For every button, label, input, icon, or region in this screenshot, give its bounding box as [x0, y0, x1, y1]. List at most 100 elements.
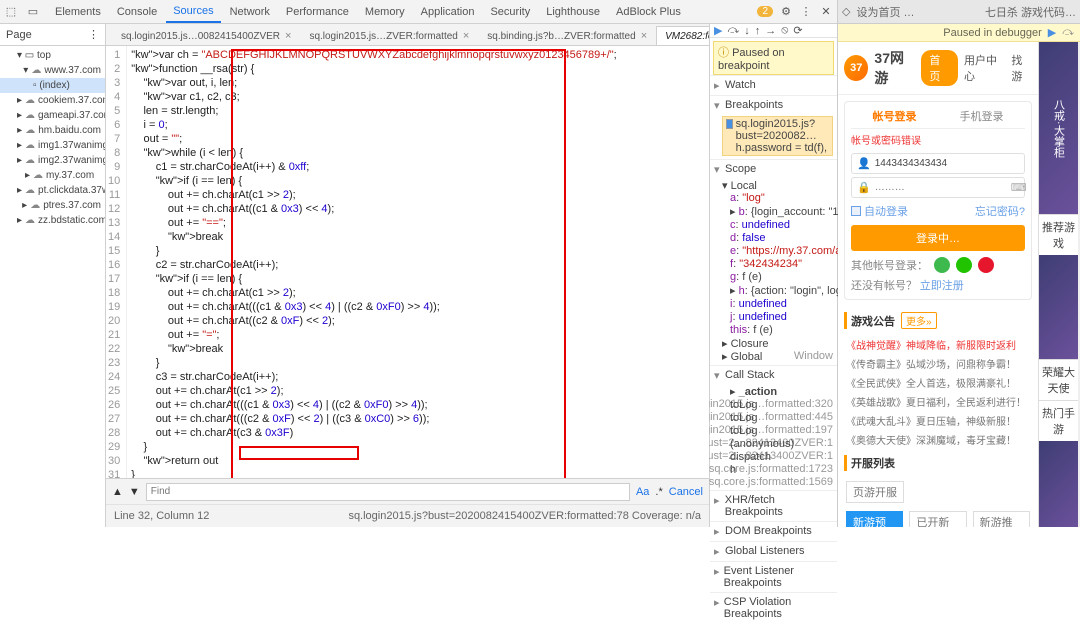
page-more-icon[interactable]: ⋮	[88, 28, 99, 41]
scope-variable[interactable]: e: "https://my.37.com/api/lo…	[722, 245, 833, 258]
password-input[interactable]	[875, 182, 1007, 193]
right-sec-1[interactable]: 推荐游戏	[1039, 214, 1078, 255]
tree-item[interactable]: ▾ ☁ www.37.com	[0, 63, 105, 78]
breakpoint-item[interactable]: sq.login2015.js?bust=2020082…h.password …	[722, 116, 833, 156]
debug-section[interactable]: ▸Global Listeners	[710, 541, 837, 561]
scope-closure[interactable]: ▸ Closure	[722, 337, 833, 350]
regex-icon[interactable]: .*	[655, 486, 662, 498]
scope-variable[interactable]: i: undefined	[722, 298, 833, 311]
bookmark-item[interactable]: ◇	[842, 5, 850, 18]
nav-find-game[interactable]: 找游	[1011, 52, 1032, 84]
debug-section[interactable]: ▸XHR/fetch Breakpoints	[710, 490, 837, 521]
right-sec-3[interactable]: 热门手游	[1039, 400, 1078, 441]
file-tab[interactable]: sq.binding.js?b…ZVER:formatted×	[478, 26, 656, 45]
scope-variable[interactable]: d: false	[722, 232, 833, 245]
tree-item[interactable]: ▸ ☁ cookiem.37.com	[0, 93, 105, 108]
devtools-tab-performance[interactable]: Performance	[279, 2, 356, 22]
scope-variable[interactable]: j: undefined	[722, 311, 833, 324]
game-thumb[interactable]	[1039, 255, 1078, 358]
tree-item[interactable]: ▸ ☁ img2.37wanimg.com	[0, 153, 105, 168]
server-filter-button[interactable]: 新游预告	[846, 511, 903, 527]
scope-variable[interactable]: ▸ h: {action: "login", login_a…	[722, 284, 833, 298]
tab-phone-login[interactable]: 手机登录	[960, 108, 1004, 124]
scope-global[interactable]: ▸ Global Window	[722, 350, 833, 363]
devtools-tab-elements[interactable]: Elements	[48, 2, 108, 22]
code-area[interactable]: 1234567891011121314151617181920212223242…	[106, 46, 709, 478]
weibo-icon[interactable]	[978, 257, 994, 273]
tree-item[interactable]: ▸ ☁ zz.bdstatic.com	[0, 213, 105, 228]
devtools-tab-adblock-plus[interactable]: AdBlock Plus	[609, 2, 688, 22]
tree-item[interactable]: ▸ ☁ ptres.37.com	[0, 198, 105, 213]
promo-banner[interactable]: 八戒·大掌柜	[1039, 42, 1078, 214]
scope-local[interactable]: ▾ Local	[722, 179, 833, 192]
tree-item[interactable]: ▸ ☁ img1.37wanimg.com	[0, 138, 105, 153]
find-cancel-button[interactable]: Cancel	[669, 486, 703, 498]
file-tab[interactable]: sq.login2015.js…ZVER:formatted×	[300, 26, 478, 45]
wechat-icon[interactable]	[956, 257, 972, 273]
find-prev-icon[interactable]: ▲	[112, 486, 123, 498]
scope-variable[interactable]: f: "342434234"	[722, 258, 833, 271]
devtools-tab-security[interactable]: Security	[483, 2, 537, 22]
announce-item[interactable]: 《武魂大乱斗》夏日压轴，神级新服！	[846, 411, 1030, 430]
find-input[interactable]	[146, 483, 630, 501]
file-tab[interactable]: VM2682:formatted×	[656, 26, 709, 45]
devtools-tab-application[interactable]: Application	[414, 2, 482, 22]
step-into-icon[interactable]: ↓	[744, 25, 750, 37]
register-link[interactable]: 立即注册	[920, 280, 964, 292]
announce-item[interactable]: 《全民武侠》全人首选，极限满豪礼！	[846, 373, 1030, 392]
nav-home[interactable]: 首页	[921, 50, 958, 86]
server-tab[interactable]: 页游开服	[846, 481, 904, 503]
gear-icon[interactable]: ⚙	[779, 5, 793, 19]
inspect-icon[interactable]: ⬚	[4, 5, 18, 19]
resume-icon[interactable]: ▶	[714, 24, 722, 37]
callstack-section[interactable]: ▾Call Stack	[710, 365, 837, 385]
breakpoints-section[interactable]: ▾Breakpoints	[710, 95, 837, 115]
auto-login-checkbox[interactable]: 自动登录	[851, 203, 908, 219]
match-case-icon[interactable]: Aa	[636, 486, 649, 498]
devtools-tab-console[interactable]: Console	[110, 2, 164, 22]
scope-variable[interactable]: g: f (e)	[722, 271, 833, 284]
forgot-password-link[interactable]: 忘记密码?	[975, 203, 1025, 219]
more-icon[interactable]: ⋮	[799, 5, 813, 19]
right-sec-2[interactable]: 荣耀大天使	[1039, 359, 1078, 400]
pause-exc-icon[interactable]: ⟳	[793, 24, 802, 37]
more-button[interactable]: 更多»	[901, 312, 937, 329]
tree-item[interactable]: ▸ ☁ gameapi.37.com	[0, 108, 105, 123]
debug-section[interactable]: ▸CSP Violation Breakpoints	[710, 592, 837, 623]
announce-item[interactable]: 《战神觉醒》神域降临，新服限时返利	[846, 335, 1030, 354]
devtools-tab-network[interactable]: Network	[223, 2, 277, 22]
devtools-tab-lighthouse[interactable]: Lighthouse	[539, 2, 607, 22]
devtools-tab-sources[interactable]: Sources	[166, 1, 220, 23]
tree-item[interactable]: ▫ (index)	[0, 78, 105, 93]
announce-item[interactable]: 《英雄战歌》夏日福利，全民返利进行！	[846, 392, 1030, 411]
scope-variable[interactable]: ▸ b: {login_account: "14434343…	[722, 205, 833, 219]
step-over-icon[interactable]: ⤼	[727, 24, 739, 37]
tab-account-login[interactable]: 帐号登录	[873, 108, 917, 124]
step-out-icon[interactable]: ↑	[755, 25, 761, 37]
keyboard-icon[interactable]: ⌨	[1011, 181, 1027, 194]
scope-variable[interactable]: a: "log"	[722, 192, 833, 205]
tree-item[interactable]: ▸ ☁ hm.baidu.com	[0, 123, 105, 138]
qq-icon[interactable]	[934, 257, 950, 273]
nav-user-center[interactable]: 用户中心	[964, 52, 1005, 84]
site-logo-icon[interactable]: 37	[844, 55, 868, 81]
login-button[interactable]: 登录中…	[851, 225, 1025, 251]
callstack-frame[interactable]: ▸ _actionsq.login2015.js…formatted:320	[722, 385, 833, 399]
file-tab[interactable]: sq.login2015.js…0082415400ZVER×	[112, 26, 300, 45]
announce-item[interactable]: 《奥德大天使》深渊魔域，毒牙宝藏！	[846, 430, 1030, 449]
devtools-tab-memory[interactable]: Memory	[358, 2, 412, 22]
banner-step-icon[interactable]: ⤼	[1062, 26, 1074, 39]
code-lines[interactable]: "kw">var ch = "ABCDEFGHIJKLMNOPQRSTUVWXY…	[127, 46, 620, 478]
tree-item[interactable]: ▸ ☁ pt.clickdata.37wan.com	[0, 183, 105, 198]
game-thumb-2[interactable]	[1039, 441, 1078, 527]
scope-variable[interactable]: this: f (e)	[722, 324, 833, 337]
scope-section[interactable]: ▾Scope	[710, 159, 837, 179]
device-icon[interactable]: ▭	[26, 5, 40, 19]
warning-badge[interactable]: 2	[757, 6, 773, 17]
deactivate-bp-icon[interactable]: ⦸	[781, 24, 788, 37]
tree-item[interactable]: ▾ ▭ top	[0, 48, 105, 63]
page-tree[interactable]: ▾ ▭ top▾ ☁ www.37.com▫ (index)▸ ☁ cookie…	[0, 46, 105, 527]
debug-section[interactable]: ▸Event Listener Breakpoints	[710, 561, 837, 592]
banner-resume-icon[interactable]: ▶	[1048, 26, 1056, 39]
announce-item[interactable]: 《传奇霸主》弘域沙场，问鼎称争霸！	[846, 354, 1030, 373]
